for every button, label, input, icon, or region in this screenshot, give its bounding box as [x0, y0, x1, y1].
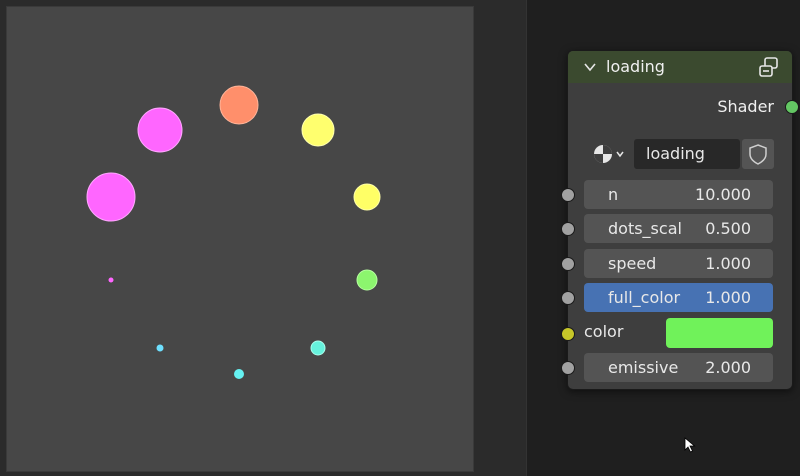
- loading-animation-render: [86, 85, 381, 379]
- fake-user-button[interactable]: [742, 139, 774, 169]
- loading-shader-node[interactable]: loading Shader loading n 10.000 dots_sca…: [561, 50, 799, 390]
- input-value: 1.000: [705, 288, 751, 307]
- material-sphere-icon: [594, 145, 624, 163]
- dot-10: [137, 107, 183, 153]
- input-label: dots_scal: [608, 219, 682, 238]
- input-full-color[interactable]: full_color 1.000: [561, 283, 773, 312]
- dot-7: [156, 344, 164, 352]
- dot-6: [234, 369, 244, 379]
- color-swatch[interactable]: [666, 318, 773, 348]
- input-socket-n[interactable]: [561, 188, 575, 202]
- input-socket-color[interactable]: [561, 327, 575, 341]
- shader-output-label: Shader: [717, 97, 774, 116]
- input-label: speed: [608, 254, 657, 273]
- render-viewport[interactable]: [6, 6, 474, 472]
- dot-4: [356, 269, 378, 291]
- input-label: n: [608, 185, 619, 204]
- input-emissive[interactable]: emissive 2.000: [561, 353, 773, 382]
- input-value: 2.000: [705, 358, 751, 377]
- chevron-down-icon[interactable]: [582, 59, 598, 75]
- color-input-label: color: [584, 322, 624, 341]
- shield-icon: [749, 144, 767, 165]
- dot-8: [108, 277, 114, 283]
- node-header[interactable]: loading: [568, 51, 792, 83]
- input-dots-scal[interactable]: dots_scal 0.500: [561, 214, 773, 243]
- input-value: 10.000: [695, 185, 751, 204]
- dot-3: [353, 183, 381, 211]
- material-browse-button[interactable]: [586, 139, 632, 169]
- shader-output-socket[interactable]: [785, 100, 799, 114]
- node-group-name-field[interactable]: loading: [634, 139, 740, 169]
- node-title: loading: [606, 57, 665, 76]
- input-label: emissive: [608, 358, 679, 377]
- input-socket-emissive[interactable]: [561, 361, 575, 375]
- input-label: full_color: [608, 288, 681, 307]
- input-value: 0.500: [705, 219, 751, 238]
- input-socket-speed[interactable]: [561, 257, 575, 271]
- dot-9: [86, 172, 136, 222]
- input-socket-dots-scal[interactable]: [561, 222, 575, 236]
- dot-1: [219, 85, 259, 125]
- mouse-cursor-icon: [684, 437, 696, 453]
- node-group-icon[interactable]: [758, 56, 780, 78]
- dot-2: [301, 113, 335, 147]
- dot-5: [310, 340, 326, 356]
- input-speed[interactable]: speed 1.000: [561, 249, 773, 278]
- input-value: 1.000: [705, 254, 751, 273]
- input-n[interactable]: n 10.000: [561, 180, 773, 209]
- input-socket-full-color[interactable]: [561, 291, 575, 305]
- node-group-selector: loading: [586, 139, 774, 169]
